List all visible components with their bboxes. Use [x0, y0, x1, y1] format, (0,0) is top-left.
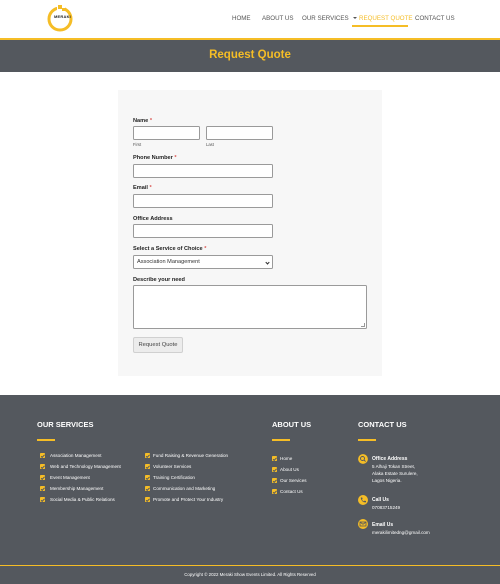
service-item[interactable]: Promote and Protect Your Industry	[153, 497, 223, 503]
name-label: Name *	[133, 118, 152, 124]
check-icon	[40, 464, 45, 469]
chevron-down-icon	[352, 17, 357, 20]
service-item[interactable]: Volunteer Services	[153, 464, 191, 470]
phone-input[interactable]	[133, 164, 273, 178]
heading-underline	[37, 439, 55, 441]
request-quote-button[interactable]: Request Quote	[133, 337, 183, 353]
nav-home[interactable]: HOME	[232, 12, 251, 26]
email-icon	[358, 519, 368, 529]
email-address[interactable]: merakilimitedng@gmail.com	[372, 530, 430, 536]
check-icon	[40, 453, 45, 458]
email-input[interactable]	[133, 194, 273, 208]
check-icon	[145, 464, 150, 469]
check-icon	[272, 456, 277, 461]
resize-handle-icon[interactable]	[361, 323, 365, 327]
check-icon	[40, 497, 45, 502]
nav-about-us[interactable]: ABOUT US	[262, 12, 294, 26]
office-address-input[interactable]	[133, 224, 273, 238]
nav-our-services-label: OUR SERVICES	[302, 15, 349, 22]
footer-services-heading: OUR SERVICES	[37, 420, 94, 429]
phone-icon	[358, 495, 368, 505]
service-select-value: Association Management	[137, 259, 200, 265]
site-header: MERAKI HOME ABOUT US OUR SERVICES REQUES…	[0, 0, 500, 38]
check-icon	[40, 486, 45, 491]
phone-label: Phone Number *	[133, 155, 177, 161]
chevron-down-icon	[265, 260, 270, 265]
map-search-icon	[358, 454, 368, 464]
name-label-text: Name	[133, 118, 149, 124]
required-mark: *	[174, 155, 177, 161]
service-item[interactable]: Communication and Marketing	[153, 486, 215, 492]
call-us-title: Call Us	[372, 497, 389, 503]
call-number[interactable]: 07083715249	[372, 505, 400, 511]
check-icon	[272, 478, 277, 483]
service-item[interactable]: Membership Management	[50, 486, 103, 492]
required-mark: *	[149, 185, 152, 191]
footer-about-heading: ABOUT US	[272, 420, 312, 429]
site-footer: OUR SERVICES Association Management Web …	[0, 395, 500, 584]
check-icon	[272, 467, 277, 472]
office-address-title: Office Address	[372, 456, 408, 462]
footer-link-home[interactable]: Home	[280, 456, 292, 462]
check-icon	[272, 489, 277, 494]
copyright-bar: Copyright © 2022 Meraki Show Events Limi…	[0, 565, 500, 584]
office-address-label: Office Address	[133, 216, 173, 222]
check-icon	[145, 497, 150, 502]
first-name-input[interactable]	[133, 126, 200, 140]
main-nav: HOME ABOUT US OUR SERVICES REQUEST QUOTE…	[0, 12, 500, 26]
copyright-text: Copyright © 2022 Meraki Show Events Limi…	[184, 572, 316, 577]
describe-need-label: Describe your need	[133, 277, 185, 283]
service-label-text: Select a Service of Choice	[133, 246, 203, 252]
last-sublabel: Last	[206, 142, 214, 147]
first-sublabel: First	[133, 142, 142, 147]
service-item[interactable]: Association Management	[50, 453, 102, 459]
service-select[interactable]: Association Management	[133, 255, 273, 269]
office-address-line: 5 Alhaji Tokan Street,	[372, 464, 416, 469]
service-item[interactable]: Fund Raising & Revenue Generation	[153, 453, 228, 459]
phone-label-text: Phone Number	[133, 155, 173, 161]
check-icon	[40, 475, 45, 480]
heading-underline	[272, 439, 290, 441]
footer-link-our-services[interactable]: Our Services	[280, 478, 307, 484]
footer-contact-heading: CONTACT US	[358, 420, 407, 429]
describe-need-textarea[interactable]	[133, 285, 367, 329]
service-label: Select a Service of Choice *	[133, 246, 206, 252]
last-name-input[interactable]	[206, 126, 273, 140]
service-item[interactable]: Social Media & Public Relations	[50, 497, 115, 503]
page-title-banner: Request Quote	[0, 38, 500, 72]
email-label: Email *	[133, 185, 152, 191]
service-item[interactable]: Web and Technology Management	[50, 464, 121, 470]
heading-underline	[358, 439, 376, 441]
email-label-text: Email	[133, 185, 148, 191]
email-us-title: Email Us	[372, 522, 394, 528]
active-nav-underline	[352, 25, 408, 27]
check-icon	[145, 453, 150, 458]
office-address-line: Alaka Estate Surulere,	[372, 471, 418, 476]
nav-our-services[interactable]: OUR SERVICES	[302, 12, 357, 26]
required-mark: *	[149, 118, 152, 124]
office-address-line: Lagos Nigeria.	[372, 478, 402, 483]
page-title: Request Quote	[209, 49, 291, 61]
required-mark: *	[204, 246, 207, 252]
request-quote-form: Name * First Last Phone Number * Email *…	[118, 90, 382, 376]
check-icon	[145, 475, 150, 480]
service-item[interactable]: Training Certification	[153, 475, 195, 481]
nav-contact-us[interactable]: CONTACT US	[415, 12, 455, 26]
nav-request-quote[interactable]: REQUEST QUOTE	[359, 12, 413, 26]
service-item[interactable]: Event Management	[50, 475, 90, 481]
footer-link-contact-us[interactable]: Contact Us	[280, 489, 303, 495]
check-icon	[145, 486, 150, 491]
footer-link-about-us[interactable]: About Us	[280, 467, 299, 473]
